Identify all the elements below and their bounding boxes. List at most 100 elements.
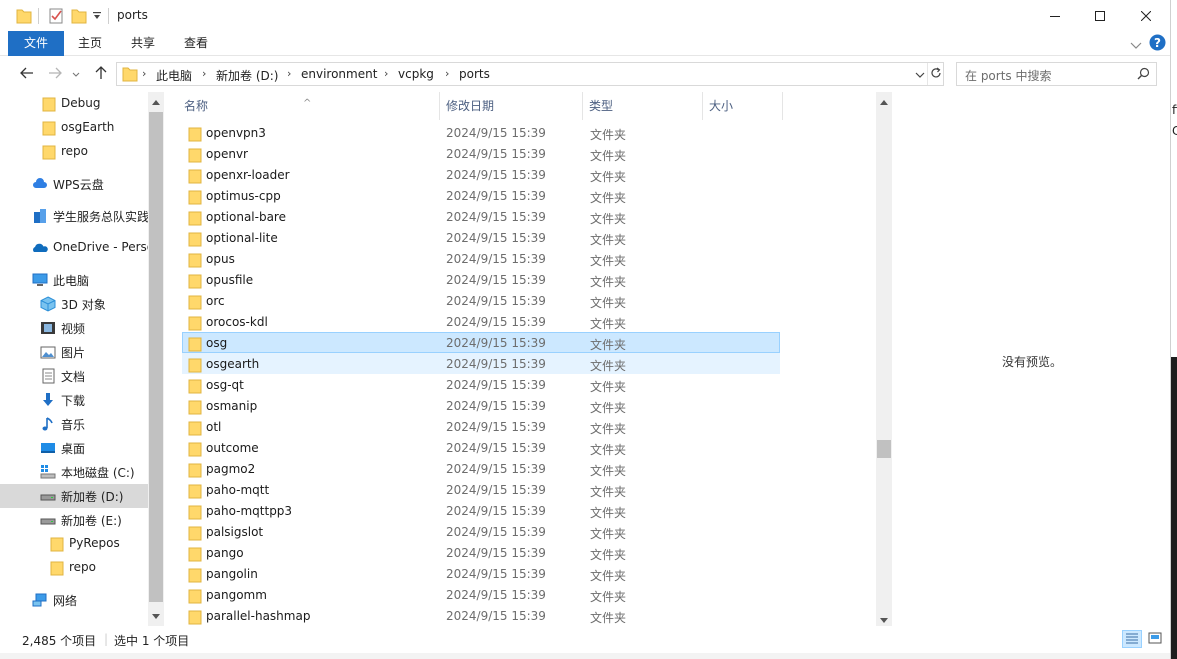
address-bar[interactable]: › 此电脑 › 新加卷 (D:) › environment › vcpkg ›… [116,62,944,86]
table-row[interactable]: optional-lite 2024/9/15 15:39 文件夹 [182,227,780,248]
table-row[interactable]: pangomm 2024/9/15 15:39 文件夹 [182,584,780,605]
properties-icon[interactable] [48,7,64,25]
file-list-scrollbar[interactable] [876,92,892,626]
table-row[interactable]: paho-mqtt 2024/9/15 15:39 文件夹 [182,479,780,500]
breadcrumb-this-pc[interactable]: 此电脑 [156,67,192,84]
nav-item-pyrepos[interactable]: PyRepos [0,532,148,556]
nav-item-music[interactable]: 音乐 [0,412,148,436]
column-header-type[interactable]: 类型 [581,92,703,120]
nav-item-drive-d[interactable]: 新加卷 (D:) [0,484,148,508]
nav-item-3d-objects[interactable]: 3D 对象 [0,292,148,316]
table-row[interactable]: opus 2024/9/15 15:39 文件夹 [182,248,780,269]
help-icon[interactable]: ? [1149,34,1166,54]
scrollbar-thumb[interactable] [877,440,891,458]
table-row[interactable]: orocos-kdl 2024/9/15 15:39 文件夹 [182,311,780,332]
nav-item-onedrive[interactable]: OneDrive - Perso [0,236,148,260]
nav-item-local-disk-c[interactable]: 本地磁盘 (C:) [0,460,148,484]
table-row[interactable]: openvpn3 2024/9/15 15:39 文件夹 [182,122,780,143]
scrollbar-thumb[interactable] [149,112,163,602]
chevron-right-icon: › [202,67,207,80]
table-row[interactable]: opusfile 2024/9/15 15:39 文件夹 [182,269,780,290]
table-row[interactable]: pango 2024/9/15 15:39 文件夹 [182,542,780,563]
recent-locations-button[interactable] [70,63,82,85]
up-button[interactable] [90,63,112,85]
tab-view[interactable]: 查看 [172,31,220,56]
nav-item-desktop[interactable]: 桌面 [0,436,148,460]
scroll-down-icon[interactable] [876,612,892,626]
nav-item-this-pc[interactable]: 此电脑 [0,268,148,292]
nav-item-debug[interactable]: Debug [0,92,148,116]
breadcrumb-vcpkg[interactable]: vcpkg [398,67,434,81]
tab-file[interactable]: 文件 [8,31,64,56]
nav-item-drive-e[interactable]: 新加卷 (E:) [0,508,148,532]
nav-item-pictures[interactable]: 图片 [0,340,148,364]
preview-pane: 没有预览。 [892,92,1170,626]
nav-scrollbar[interactable] [148,92,164,626]
nav-item-student-team[interactable]: 学生服务总队实践 [0,204,148,228]
column-header-label: 大小 [709,99,734,113]
large-icons-view-button[interactable] [1145,630,1165,648]
expand-ribbon-icon[interactable] [1130,39,1142,53]
breadcrumb-environment[interactable]: environment [301,67,377,81]
file-type: 文件夹 [590,149,627,163]
table-row[interactable]: osmanip 2024/9/15 15:39 文件夹 [182,395,780,416]
nav-item-documents[interactable]: 文档 [0,364,148,388]
scroll-up-icon[interactable] [876,94,892,110]
table-row[interactable]: optimus-cpp 2024/9/15 15:39 文件夹 [182,185,780,206]
breadcrumb-drive-d[interactable]: 新加卷 (D:) [216,67,278,84]
refresh-button[interactable] [927,63,943,85]
table-row[interactable]: openxr-loader 2024/9/15 15:39 文件夹 [182,164,780,185]
chevron-right-icon: › [445,67,450,80]
file-name: optimus-cpp [206,189,281,203]
scroll-down-icon[interactable] [148,608,164,624]
column-header-size[interactable]: 大小 [701,92,783,120]
table-row[interactable]: paho-mqttpp3 2024/9/15 15:39 文件夹 [182,500,780,521]
nav-item-network[interactable]: 网络 [0,588,148,612]
nav-item-wps-cloud[interactable]: WPS云盘 [0,172,148,196]
forward-button[interactable] [44,63,66,85]
table-row[interactable]: osgearth 2024/9/15 15:39 文件夹 [182,353,780,374]
file-type: 文件夹 [590,191,627,205]
table-row[interactable]: parallel-hashmap 2024/9/15 15:39 文件夹 [182,605,780,626]
table-row[interactable]: pangolin 2024/9/15 15:39 文件夹 [182,563,780,584]
table-row[interactable]: otl 2024/9/15 15:39 文件夹 [182,416,780,437]
nav-label: 文档 [61,370,86,384]
nav-item-repo-e[interactable]: repo [0,556,148,580]
tab-home[interactable]: 主页 [66,31,114,56]
back-button[interactable] [16,63,38,85]
file-name: pango [206,546,244,560]
column-header-date[interactable]: 修改日期 [438,92,583,120]
table-row[interactable]: orc 2024/9/15 15:39 文件夹 [182,290,780,311]
breadcrumb-ports[interactable]: ports [459,67,490,81]
scroll-up-icon[interactable] [148,94,164,110]
table-row[interactable]: outcome 2024/9/15 15:39 文件夹 [182,437,780,458]
table-row[interactable]: palsigslot 2024/9/15 15:39 文件夹 [182,521,780,542]
column-header-name[interactable]: 名称 ^ [176,92,440,120]
table-row[interactable]: optional-bare 2024/9/15 15:39 文件夹 [182,206,780,227]
download-icon [40,392,56,408]
nav-item-repo[interactable]: repo [0,140,148,164]
table-row[interactable]: pagmo2 2024/9/15 15:39 文件夹 [182,458,780,479]
nav-item-osgearth[interactable]: osgEarth [0,116,148,140]
nav-item-videos[interactable]: 视频 [0,316,148,340]
file-type: 文件夹 [590,590,627,604]
column-header-label: 类型 [589,99,614,113]
search-input[interactable]: 在 ports 中搜索 [965,67,1051,84]
tab-share[interactable]: 共享 [118,31,168,56]
table-row[interactable]: openvr 2024/9/15 15:39 文件夹 [182,143,780,164]
building-icon [32,208,48,224]
maximize-button[interactable] [1077,0,1123,31]
file-modified-date: 2024/9/15 15:39 [446,420,546,434]
table-row[interactable]: osg-qt 2024/9/15 15:39 文件夹 [182,374,780,395]
search-box[interactable]: 在 ports 中搜索 [956,62,1157,86]
nav-item-downloads[interactable]: 下载 [0,388,148,412]
close-button[interactable] [1123,0,1169,31]
table-row[interactable]: osg 2024/9/15 15:39 文件夹 [182,332,780,353]
details-view-button[interactable] [1122,630,1142,648]
file-name: osg [206,336,228,350]
nav-label: 本地磁盘 (C:) [61,466,135,480]
minimize-button[interactable] [1032,0,1078,31]
customize-toolbar-icon[interactable] [92,10,102,28]
address-history-button[interactable] [913,63,927,85]
new-folder-icon[interactable] [71,7,87,25]
